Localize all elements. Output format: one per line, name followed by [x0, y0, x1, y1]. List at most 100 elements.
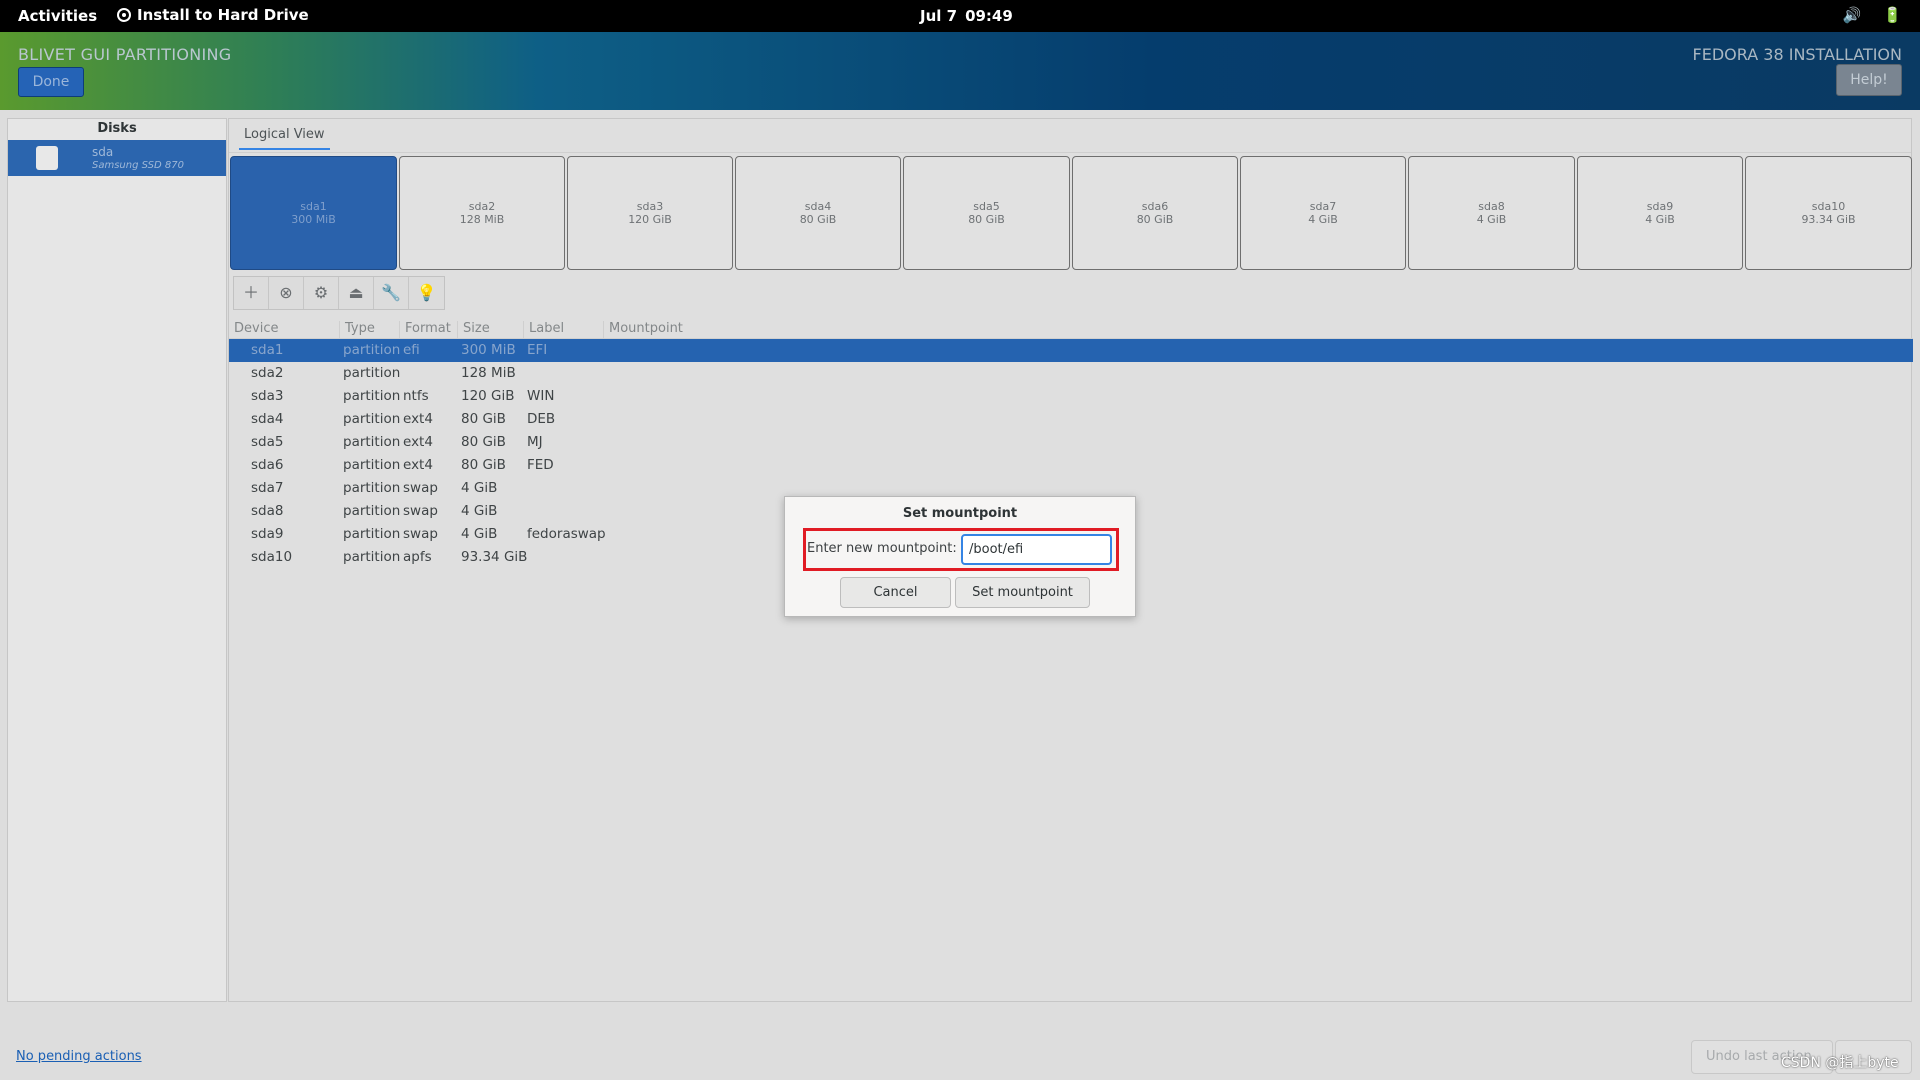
cell-type: partition — [343, 365, 401, 381]
delete-icon[interactable]: ⊗ — [269, 277, 304, 309]
column-header-type[interactable]: Type — [339, 321, 375, 339]
cell-size: 93.34 GiB — [461, 549, 528, 565]
system-menu[interactable]: 🔊 🔋 — [1843, 6, 1902, 24]
table-row[interactable]: sda5 partition ext4 80 GiB MJ — [229, 431, 1913, 454]
edit-icon[interactable]: ⚙ — [304, 277, 339, 309]
partition-block-name: sda6 — [1141, 200, 1169, 213]
disk-item-sda[interactable]: sda Samsung SSD 870 — [8, 140, 226, 176]
cell-label: DEB — [527, 411, 556, 427]
add-icon[interactable]: ＋ — [234, 277, 269, 309]
cancel-button[interactable]: Cancel — [840, 577, 951, 608]
cell-device: sda3 — [251, 388, 284, 404]
table-row[interactable]: sda6 partition ext4 80 GiB FED — [229, 454, 1913, 477]
cell-format: ext4 — [403, 457, 433, 473]
cell-format: ext4 — [403, 434, 433, 450]
cell-label: fedoraswap — [527, 526, 606, 542]
partition-block-sda9[interactable]: sda9 4 GiB — [1577, 156, 1743, 270]
column-header-mountpoint[interactable]: Mountpoint — [603, 321, 683, 339]
cell-format: ntfs — [403, 388, 429, 404]
done-button[interactable]: Done — [18, 67, 84, 97]
column-header-device[interactable]: Device — [229, 321, 278, 339]
top-bar: Activities Install to Hard Drive Jul 7 09… — [0, 0, 1920, 32]
cell-format: swap — [403, 480, 438, 496]
partition-block-size: 4 GiB — [1476, 213, 1507, 226]
partition-block-name: sda2 — [468, 200, 496, 213]
cell-size: 80 GiB — [461, 434, 506, 450]
partition-block-sda6[interactable]: sda6 80 GiB — [1072, 156, 1238, 270]
clock-date: Jul 7 — [920, 7, 958, 25]
column-header-label[interactable]: Label — [523, 321, 564, 339]
partition-block-size: 80 GiB — [1136, 213, 1174, 226]
partition-block-sda5[interactable]: sda5 80 GiB — [903, 156, 1070, 270]
partition-block-sda10[interactable]: sda10 93.34 GiB — [1745, 156, 1912, 270]
partition-block-size: 120 GiB — [628, 213, 672, 226]
cell-device: sda4 — [251, 411, 284, 427]
mountpoint-label: Enter new mountpoint: — [807, 541, 957, 556]
disk-name: sda — [92, 145, 114, 159]
pending-actions-link[interactable]: No pending actions — [16, 1049, 142, 1064]
cell-size: 120 GiB — [461, 388, 515, 404]
mountpoint-input[interactable] — [961, 534, 1112, 565]
cell-label: EFI — [527, 342, 548, 358]
partition-block-sda8[interactable]: sda8 4 GiB — [1408, 156, 1575, 270]
watermark: CSDN @指上byte — [1781, 1055, 1899, 1071]
table-header: Device Type Format Size Label Mountpoint — [229, 317, 1913, 339]
partition-block-sda3[interactable]: sda3 120 GiB — [567, 156, 733, 270]
cell-size: 300 MiB — [461, 342, 516, 358]
partition-block-sda7[interactable]: sda7 4 GiB — [1240, 156, 1406, 270]
partition-toolbar: ＋ ⊗ ⚙ ⏏ 🔧 💡 — [233, 276, 445, 310]
cell-type: partition — [343, 503, 401, 519]
table-row[interactable]: sda4 partition ext4 80 GiB DEB — [229, 408, 1913, 431]
app-menu[interactable]: Install to Hard Drive — [117, 6, 309, 24]
partition-block-name: sda9 — [1646, 200, 1674, 213]
battery-icon: 🔋 — [1883, 6, 1902, 24]
table-row[interactable]: sda3 partition ntfs 120 GiB WIN — [229, 385, 1913, 408]
column-header-format[interactable]: Format — [399, 321, 451, 339]
partition-block-size: 4 GiB — [1645, 213, 1675, 226]
set-mountpoint-dialog: Set mountpoint Enter new mountpoint: Can… — [784, 496, 1136, 617]
settings-icon[interactable]: 🔧 — [374, 277, 409, 309]
cell-type: partition — [343, 526, 401, 542]
clock[interactable]: Jul 7 09:49 — [920, 7, 1013, 25]
cell-size: 128 MiB — [461, 365, 516, 381]
cell-device: sda1 — [251, 342, 284, 358]
table-row[interactable]: sda1 partition efi 300 MiB EFI — [229, 339, 1913, 362]
partition-blocks: sda1 300 MiB sda2 128 MiB sda3 120 GiB sda4 80 … — [229, 156, 1913, 270]
cell-type: partition — [343, 411, 401, 427]
partition-block-name: sda5 — [973, 200, 1000, 213]
partition-block-sda4[interactable]: sda4 80 GiB — [735, 156, 901, 270]
partition-block-sda2[interactable]: sda2 128 MiB — [399, 156, 565, 270]
unmount-icon[interactable]: ⏏ — [339, 277, 374, 309]
partition-block-name: sda8 — [1478, 200, 1505, 213]
partition-block-size: 80 GiB — [968, 213, 1005, 226]
cell-label: FED — [527, 457, 554, 473]
disks-panel: Disks sda Samsung SSD 870 — [7, 118, 227, 1002]
cell-type: partition — [343, 549, 401, 565]
disk-drive-icon — [36, 146, 58, 170]
cell-label: MJ — [527, 434, 543, 450]
cell-device: sda10 — [251, 549, 293, 565]
cell-format: apfs — [403, 549, 432, 565]
tab-divider — [229, 152, 1911, 153]
partition-block-name: sda1 — [300, 200, 327, 213]
cell-size: 80 GiB — [461, 411, 506, 427]
column-header-size[interactable]: Size — [457, 321, 490, 339]
cell-device: sda5 — [251, 434, 284, 450]
spoke-title: BLIVET GUI PARTITIONING — [18, 45, 232, 64]
partition-block-sda1[interactable]: sda1 300 MiB — [230, 156, 397, 270]
cell-format: efi — [403, 342, 420, 358]
cell-size: 80 GiB — [461, 457, 506, 473]
activities-button[interactable]: Activities — [18, 7, 97, 25]
help-button[interactable]: Help! — [1836, 64, 1902, 96]
info-icon[interactable]: 💡 — [409, 277, 444, 309]
tab-logical-view[interactable]: Logical View — [239, 124, 330, 150]
cell-device: sda7 — [251, 480, 284, 496]
installer-icon — [117, 8, 131, 22]
partition-block-size: 4 GiB — [1308, 213, 1338, 226]
cell-type: partition — [343, 434, 401, 450]
disks-heading: Disks — [97, 121, 137, 136]
table-row[interactable]: sda2 partition 128 MiB — [229, 362, 1913, 385]
set-mountpoint-button[interactable]: Set mountpoint — [955, 577, 1090, 608]
partition-block-name: sda4 — [804, 200, 832, 213]
partition-block-size: 128 MiB — [459, 213, 505, 226]
